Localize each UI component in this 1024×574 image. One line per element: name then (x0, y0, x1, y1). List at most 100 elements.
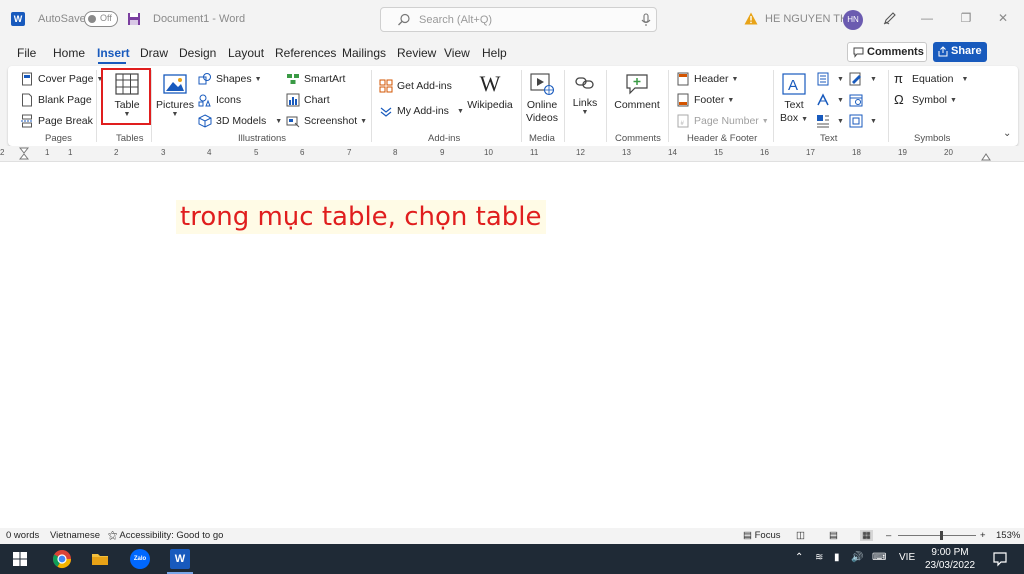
comments-button[interactable]: Comments (847, 42, 927, 62)
zoom-slider[interactable] (898, 531, 976, 540)
shapes-button[interactable]: Shapes ▼ (198, 72, 262, 86)
drop-cap-button[interactable]: ▼ (816, 114, 844, 128)
quick-parts-icon (817, 72, 829, 86)
focus-button[interactable]: ▤ Focus (743, 530, 781, 541)
icons-button[interactable]: Icons (198, 93, 241, 107)
comment-plus-icon (626, 74, 648, 95)
quick-parts-button[interactable]: ▼ (816, 72, 844, 86)
get-addins-label: Get Add-ins (397, 80, 452, 92)
input-language[interactable]: VIE (899, 552, 915, 563)
save-icon[interactable] (127, 12, 141, 26)
ruler-mark: 14 (668, 148, 677, 157)
ruler-mark: 19 (898, 148, 907, 157)
page-break-button[interactable]: Page Break (20, 114, 93, 128)
equation-button[interactable]: π Equation ▼ (894, 72, 968, 86)
word-count[interactable]: 0 words (6, 530, 39, 541)
indent-marker-icon[interactable] (19, 146, 29, 162)
user-avatar[interactable]: HN (843, 10, 863, 30)
equation-label: Equation (912, 73, 954, 85)
zoom-in-button[interactable]: + (980, 530, 986, 541)
web-layout-icon[interactable]: ▦ (860, 530, 873, 541)
tab-help[interactable]: Help (482, 46, 507, 60)
text-box-button[interactable]: A Text Box ▼ (778, 72, 810, 126)
pictures-button[interactable]: Pictures ▼ (156, 72, 194, 118)
cover-page-button[interactable]: Cover Page ▼ (20, 72, 103, 86)
online-videos-button[interactable]: Online Videos (524, 72, 560, 125)
zoom-slider-thumb[interactable] (940, 531, 943, 540)
page-break-icon (21, 114, 33, 128)
zoom-level[interactable]: 153% (996, 530, 1020, 541)
tab-insert[interactable]: Insert (97, 46, 130, 60)
right-indent-marker-icon[interactable] (981, 152, 991, 161)
autosave-toggle[interactable]: Off (84, 11, 118, 27)
file-explorer-icon[interactable] (90, 549, 110, 569)
wifi-icon[interactable]: ≋ (815, 552, 823, 563)
chrome-icon[interactable] (52, 549, 72, 569)
close-button[interactable]: ✕ (995, 10, 1011, 26)
wikipedia-button[interactable]: W Wikipedia (467, 71, 513, 112)
accessibility-status[interactable]: ⚝ Accessibility: Good to go (108, 530, 223, 541)
share-button[interactable]: Share (933, 42, 987, 62)
tab-review[interactable]: Review (397, 46, 436, 60)
tab-file[interactable]: File (17, 46, 36, 60)
battery-icon[interactable]: ▮ (834, 552, 840, 563)
search-box[interactable]: Search (Alt+Q) (380, 7, 657, 32)
date-time-button[interactable] (849, 93, 867, 107)
print-layout-icon[interactable]: ▤ (829, 530, 838, 541)
notifications-icon[interactable] (990, 549, 1010, 569)
signature-line-button[interactable]: ▼ (849, 72, 877, 86)
accessibility-label: Accessibility: Good to go (119, 530, 224, 541)
wikipedia-icon: W (479, 71, 501, 96)
tab-draw[interactable]: Draw (140, 46, 168, 60)
warning-icon[interactable] (744, 12, 758, 25)
windows-start-icon[interactable] (10, 549, 30, 569)
new-comment-button[interactable]: Comment (612, 72, 662, 111)
icons-icon (198, 94, 211, 107)
tab-view[interactable]: View (444, 46, 470, 60)
header-button[interactable]: Header ▼ (676, 72, 738, 86)
chart-button[interactable]: Chart (286, 93, 330, 107)
ruler-mark: 15 (714, 148, 723, 157)
chevron-down-icon: ▼ (870, 75, 877, 83)
my-addins-button[interactable]: My Add-ins ▼ (379, 104, 464, 118)
3d-models-button[interactable]: 3D Models ▼ (198, 114, 282, 128)
symbol-button[interactable]: Ω Symbol ▼ (894, 93, 957, 107)
restore-button[interactable]: ❐ (958, 10, 974, 26)
blank-page-button[interactable]: Blank Page (20, 93, 92, 107)
document-canvas[interactable]: trong mục table, chọn table (0, 162, 1024, 528)
smartart-button[interactable]: SmartArt (286, 72, 345, 86)
minimize-button[interactable]: — (919, 10, 935, 26)
language-indicator[interactable]: Vietnamese (50, 530, 100, 541)
smartart-label: SmartArt (304, 73, 346, 85)
read-mode-icon[interactable]: ◫ (796, 530, 805, 541)
tray-overflow-icon[interactable]: ⌃ (795, 552, 803, 563)
volume-icon[interactable]: 🔊 (851, 552, 863, 563)
screenshot-button[interactable]: Screenshot ▼ (286, 114, 367, 128)
page-number-button[interactable]: # Page Number ▼ (676, 114, 769, 128)
footer-label: Footer (694, 94, 725, 106)
horizontal-ruler[interactable]: 1 2 1 2 3 4 5 6 7 8 9 10 11 12 13 14 15 … (0, 146, 1024, 162)
clock[interactable]: 9:00 PM 23/03/2022 (922, 546, 978, 572)
links-button[interactable]: Links ▼ (568, 72, 602, 116)
autosave-state: Off (100, 13, 112, 23)
footer-button[interactable]: Footer ▼ (676, 93, 734, 107)
media-group-label: Media (529, 133, 555, 144)
zoom-out-button[interactable]: – (886, 530, 891, 541)
word-taskbar-icon[interactable]: W (170, 549, 190, 569)
microphone-icon[interactable] (640, 13, 652, 27)
tab-design[interactable]: Design (179, 46, 216, 60)
get-addins-button[interactable]: Get Add-ins (379, 79, 452, 93)
wordart-button[interactable]: ▼ (816, 93, 844, 107)
keyboard-icon[interactable]: ⌨ (872, 552, 886, 563)
tab-mailings[interactable]: Mailings (342, 46, 386, 60)
blank-page-icon (22, 93, 32, 107)
tab-references[interactable]: References (275, 46, 336, 60)
object-button[interactable]: ▼ (849, 114, 877, 128)
zalo-icon[interactable]: Zalo (130, 549, 150, 569)
illustrations-group-label: Illustrations (238, 133, 287, 144)
pen-icon[interactable] (883, 11, 897, 25)
page-number-label: Page Number (694, 115, 759, 127)
tab-layout[interactable]: Layout (228, 46, 264, 60)
tab-home[interactable]: Home (53, 46, 85, 60)
ribbon-expand-chevron-icon[interactable]: ⌄ (1003, 128, 1011, 139)
